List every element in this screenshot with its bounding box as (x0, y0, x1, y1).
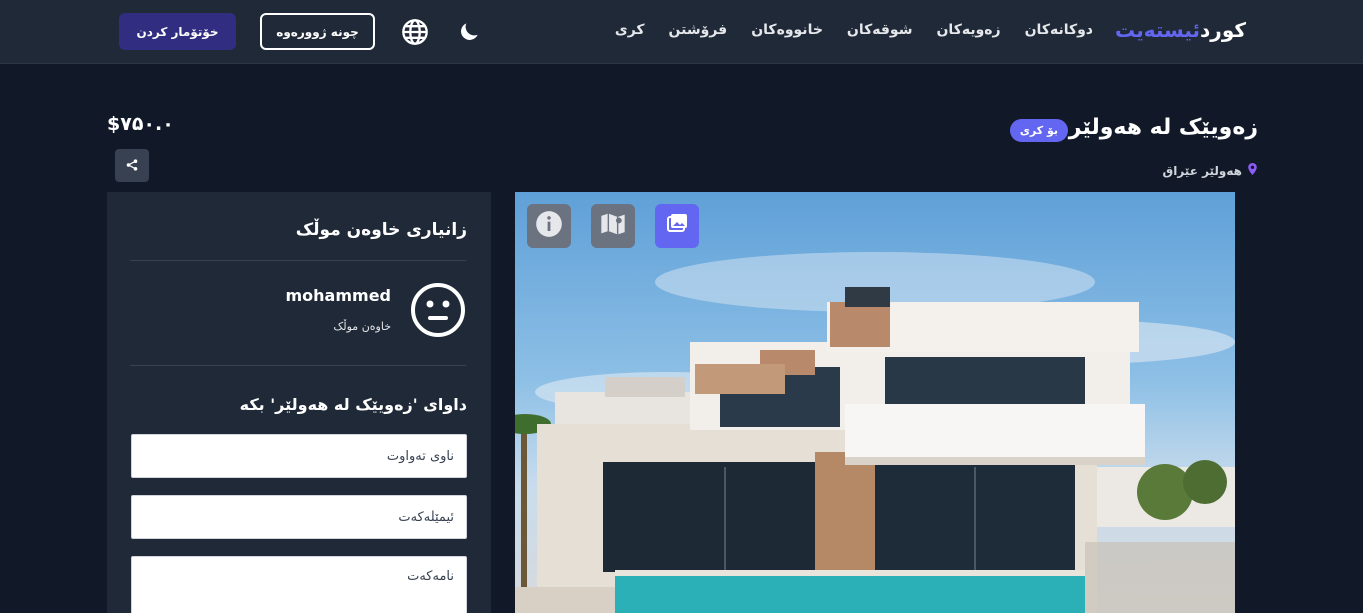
info-tab[interactable] (527, 204, 571, 248)
nav-link-rent[interactable]: کری (615, 22, 645, 38)
message-textarea[interactable] (131, 556, 467, 613)
owner-name: mohammed (285, 286, 392, 305)
owner-role: خاوەن موڵک (333, 320, 391, 333)
divider (130, 365, 466, 366)
neutral-face-icon (410, 282, 466, 338)
nav-link-houses[interactable]: خانووەکان (751, 22, 823, 38)
globe-icon[interactable] (399, 16, 431, 48)
image-icon (665, 212, 689, 240)
location-text: هەولێر عێراق (1162, 163, 1242, 178)
email-input[interactable] (131, 495, 467, 539)
divider (130, 260, 466, 261)
location-pin-icon (1248, 163, 1257, 178)
site-logo[interactable]: کوردئیستەیت (1115, 18, 1246, 42)
listing-title: زەویێک لە هەولێر (1068, 115, 1258, 140)
map-tab[interactable] (591, 204, 635, 248)
owner-info-heading: زانیاری خاوەن موڵک (295, 220, 467, 240)
login-button[interactable]: چونە ژوورەوە (260, 13, 375, 50)
nav-link-lands[interactable]: زەویەکان (936, 22, 1000, 38)
share-button[interactable] (115, 149, 149, 182)
moon-icon[interactable] (453, 16, 485, 48)
navbar: کوردئیستەیت کری فرۆشتن خانووەکان شوقەکان… (0, 0, 1363, 64)
register-button[interactable]: خۆتۆمار کردن (119, 13, 236, 50)
full-name-input[interactable] (131, 434, 467, 478)
property-photo (515, 192, 1235, 613)
photos-tab[interactable] (655, 204, 699, 248)
info-icon (535, 210, 563, 242)
request-form-heading: داوای 'زەویێک لە هەولێر' بکە (239, 395, 467, 414)
map-icon (599, 210, 627, 242)
owner-sidebar: زانیاری خاوەن موڵک mohammed خاوەن موڵک د… (107, 192, 491, 613)
logo-text-main: کورد (1200, 18, 1246, 42)
nav-link-shops[interactable]: دوکانەکان (1025, 22, 1093, 38)
listing-type-badge: بۆ کری (1009, 119, 1068, 142)
listing-location: هەولێر عێراق (1162, 163, 1257, 178)
nav-link-sale[interactable]: فرۆشتن (669, 22, 728, 38)
logo-text-accent: ئیستەیت (1115, 18, 1201, 42)
share-icon (126, 156, 138, 175)
nav-link-apartments[interactable]: شوقەکان (847, 22, 913, 38)
listing-price: $۷۵٠.٠ (107, 113, 174, 135)
nav-links: کری فرۆشتن خانووەکان شوقەکان زەویەکان دو… (615, 22, 1093, 38)
